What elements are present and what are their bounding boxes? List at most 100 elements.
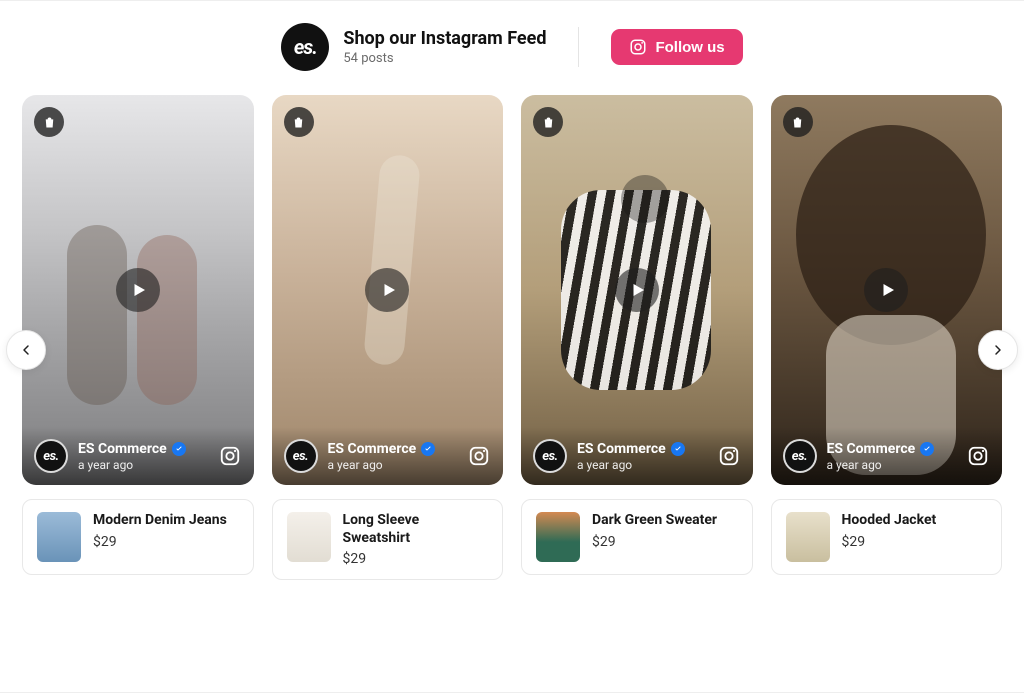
shopping-bag-icon — [42, 115, 57, 130]
product-price: $29 — [592, 534, 717, 550]
media-placeholder-shape — [67, 225, 127, 405]
instagram-icon — [629, 38, 647, 56]
media-footer: es. ES Commerce a year ago — [272, 427, 504, 485]
follow-us-label: Follow us — [655, 39, 724, 56]
header-divider — [578, 27, 579, 67]
verified-badge-icon — [421, 442, 435, 456]
author-name: ES Commerce — [827, 441, 916, 457]
product-name: Modern Denim Jeans — [93, 512, 227, 530]
shopping-bag-icon — [291, 115, 306, 130]
author-meta: ES Commerce a year ago — [827, 441, 967, 472]
feed-media[interactable]: es. ES Commerce a year ago — [272, 95, 504, 485]
media-footer: es. ES Commerce a year ago — [771, 427, 1003, 485]
instagram-icon — [967, 445, 989, 467]
product-price: $29 — [842, 534, 937, 550]
feed-media[interactable]: es. ES Commerce a year ago — [521, 95, 753, 485]
product-price: $29 — [343, 551, 489, 567]
product-name: Dark Green Sweater — [592, 512, 717, 530]
play-icon — [879, 281, 897, 299]
author-name-row: ES Commerce — [827, 441, 967, 457]
feed-media[interactable]: es. ES Commerce a year ago — [22, 95, 254, 485]
instagram-link[interactable] — [717, 444, 741, 468]
author-name: ES Commerce — [328, 441, 417, 457]
post-time: a year ago — [78, 458, 218, 472]
product-thumbnail — [536, 512, 580, 562]
verified-badge-icon — [920, 442, 934, 456]
media-footer: es. ES Commerce a year ago — [521, 427, 753, 485]
feed-carousel: es. ES Commerce a year ago Modern Denim … — [0, 95, 1024, 580]
media-placeholder-shape — [796, 125, 986, 345]
play-button[interactable] — [615, 268, 659, 312]
author-meta: ES Commerce a year ago — [328, 441, 468, 472]
brand-logo: es. — [281, 23, 329, 71]
author-name-row: ES Commerce — [328, 441, 468, 457]
shopping-bag-icon — [790, 115, 805, 130]
chevron-right-icon — [990, 342, 1006, 358]
widget-header: es. Shop our Instagram Feed 54 posts Fol… — [0, 1, 1024, 95]
instagram-icon — [219, 445, 241, 467]
instagram-link[interactable] — [966, 444, 990, 468]
play-icon — [130, 281, 148, 299]
carousel-prev-button[interactable] — [6, 330, 46, 370]
verified-badge-icon — [671, 442, 685, 456]
author-name: ES Commerce — [577, 441, 666, 457]
media-footer: es. ES Commerce a year ago — [22, 427, 254, 485]
play-button[interactable] — [365, 268, 409, 312]
product-info: Dark Green Sweater $29 — [592, 512, 717, 550]
header-text: Shop our Instagram Feed 54 posts — [343, 28, 546, 66]
feed-card: es. ES Commerce a year ago Dark Green Sw… — [521, 95, 753, 580]
product-card[interactable]: Modern Denim Jeans $29 — [22, 499, 254, 575]
product-card[interactable]: Dark Green Sweater $29 — [521, 499, 753, 575]
author-meta: ES Commerce a year ago — [577, 441, 717, 472]
media-placeholder-shape — [137, 235, 197, 405]
author-avatar: es. — [783, 439, 817, 473]
product-info: Long Sleeve Sweatshirt $29 — [343, 512, 489, 567]
post-time: a year ago — [577, 458, 717, 472]
product-thumbnail — [786, 512, 830, 562]
header-subtitle: 54 posts — [343, 51, 546, 66]
author-name-row: ES Commerce — [577, 441, 717, 457]
product-thumbnail — [287, 512, 331, 562]
product-info: Modern Denim Jeans $29 — [93, 512, 227, 550]
product-card[interactable]: Long Sleeve Sweatshirt $29 — [272, 499, 504, 580]
media-placeholder-shape — [621, 175, 669, 223]
product-thumbnail — [37, 512, 81, 562]
verified-badge-icon — [172, 442, 186, 456]
play-icon — [629, 281, 647, 299]
play-button[interactable] — [116, 268, 160, 312]
post-time: a year ago — [328, 458, 468, 472]
author-meta: ES Commerce a year ago — [78, 441, 218, 472]
carousel-next-button[interactable] — [978, 330, 1018, 370]
shopping-bag-icon — [541, 115, 556, 130]
chevron-left-icon — [18, 342, 34, 358]
feed-card: es. ES Commerce a year ago Hooded Jacket… — [771, 95, 1003, 580]
feed-card: es. ES Commerce a year ago Long Sleeve S… — [272, 95, 504, 580]
author-avatar: es. — [34, 439, 68, 473]
shop-badge — [533, 107, 563, 137]
post-time: a year ago — [827, 458, 967, 472]
feed-media[interactable]: es. ES Commerce a year ago — [771, 95, 1003, 485]
feed-card: es. ES Commerce a year ago Modern Denim … — [22, 95, 254, 580]
brand-logo-text: es. — [294, 35, 317, 59]
instagram-link[interactable] — [218, 444, 242, 468]
play-button[interactable] — [864, 268, 908, 312]
follow-us-button[interactable]: Follow us — [611, 29, 742, 65]
author-name: ES Commerce — [78, 441, 167, 457]
instagram-icon — [718, 445, 740, 467]
product-price: $29 — [93, 534, 227, 550]
product-info: Hooded Jacket $29 — [842, 512, 937, 550]
header-title: Shop our Instagram Feed — [343, 28, 546, 49]
product-name: Hooded Jacket — [842, 512, 937, 530]
play-icon — [380, 281, 398, 299]
product-name: Long Sleeve Sweatshirt — [343, 512, 489, 547]
media-placeholder-shape — [362, 154, 420, 367]
author-avatar: es. — [284, 439, 318, 473]
shop-badge — [783, 107, 813, 137]
product-card[interactable]: Hooded Jacket $29 — [771, 499, 1003, 575]
instagram-link[interactable] — [467, 444, 491, 468]
carousel-slides: es. ES Commerce a year ago Modern Denim … — [22, 95, 1002, 580]
author-avatar: es. — [533, 439, 567, 473]
instagram-icon — [468, 445, 490, 467]
shop-badge — [284, 107, 314, 137]
shop-badge — [34, 107, 64, 137]
